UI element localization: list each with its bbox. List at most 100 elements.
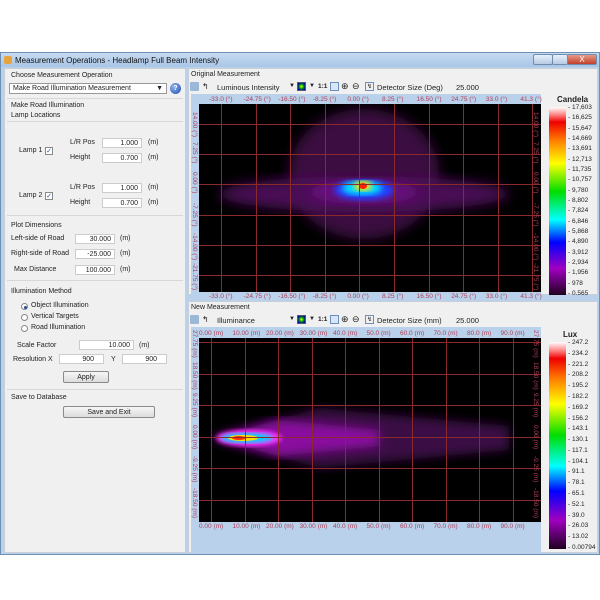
colorbar-tick: - 0.00794 (568, 544, 596, 551)
new-heatmap[interactable] (199, 338, 541, 522)
x-axis-label: 40.0 (m) (333, 330, 358, 337)
quantity-select-value: Illuminance (217, 316, 255, 325)
original-heatmap[interactable] (199, 104, 541, 292)
divider (7, 121, 183, 122)
fit-icon[interactable] (330, 82, 339, 91)
colorbar-tick: - 39.0 (568, 511, 585, 519)
grid-line (255, 104, 257, 292)
detector-size-value: 25.000 (456, 316, 479, 325)
colorbar-tick: - 234.2 (568, 349, 589, 357)
resolution-y-stepper[interactable]: 900 (122, 354, 167, 364)
y-axis-label: 14.00 (°) (191, 112, 198, 138)
lamp1-lr-input[interactable]: 1.000 (102, 138, 142, 148)
left-road-label: Left-side of Road (11, 235, 65, 242)
chevron-down-icon[interactable]: ▼ (309, 83, 315, 89)
zoom-in-icon[interactable]: ⊕ (341, 314, 349, 325)
grid-line (199, 214, 541, 216)
copy-icon[interactable] (190, 315, 199, 324)
zoom-in-icon[interactable]: ⊕ (341, 81, 349, 92)
resolution-x-stepper[interactable]: 900 (59, 354, 104, 364)
colormap-icon[interactable] (297, 82, 306, 91)
x-axis-label: 33.0 (°) (485, 293, 508, 300)
y-axis-label: 27.75 (m) (532, 330, 539, 358)
radio-object-illumination[interactable] (21, 303, 28, 310)
divider (7, 389, 183, 390)
lamp2-lr-input[interactable]: 1.000 (102, 183, 142, 193)
close-button[interactable]: X (567, 54, 597, 65)
help-icon[interactable]: ? (170, 83, 181, 94)
grid-line (378, 338, 380, 522)
quantity-select[interactable]: Luminous Intensity ▼ (217, 83, 295, 92)
scale-factor-input[interactable]: 10.000 (79, 340, 134, 350)
x-axis-label: 90.0 (m) (500, 330, 525, 337)
lamp2-checkbox[interactable]: ✓ (45, 192, 53, 200)
radio-vertical-targets[interactable] (21, 314, 28, 321)
x-axis-label: 0.00 (m) (199, 330, 224, 337)
colorbar-tick: - 52.1 (568, 500, 585, 508)
y-axis-label: 0.00 (m) (532, 424, 539, 449)
colorbar-tick: - 130.1 (568, 436, 589, 444)
quantity-select[interactable]: Illuminance ▼ (217, 316, 295, 325)
detector-icon[interactable]: ↯ (365, 315, 374, 324)
lamp-locations-heading: Lamp Locations (11, 112, 61, 119)
maximize-button[interactable] (552, 54, 568, 65)
x-axis-label: 50.0 (m) (366, 330, 391, 337)
operation-select[interactable]: Make Road Illumination Measurement ▼ (9, 83, 167, 94)
right-road-input[interactable]: -25.000 (75, 249, 115, 259)
grid-line (199, 499, 541, 501)
unit-label: (m) (148, 199, 159, 206)
colorbar-tick: - 0.565 (568, 290, 589, 297)
y-axis-label: 7.25 (°) (191, 142, 198, 164)
x-axis-label: 30.00 (m) (299, 523, 328, 530)
max-distance-input[interactable]: 100.000 (75, 265, 115, 275)
x-axis-label: -8.25 (°) (312, 293, 337, 300)
divider (7, 98, 183, 99)
lamp1-height-input[interactable]: 0.700 (102, 153, 142, 163)
colormap-icon[interactable] (297, 315, 306, 324)
x-axis-label: -33.0 (°) (209, 293, 233, 300)
x-axis-label: 90.0 (m) (500, 523, 525, 530)
grid-line (199, 154, 541, 156)
one-to-one-button[interactable]: 1:1 (318, 83, 327, 90)
max-distance-label: Max Distance (14, 266, 57, 273)
y-axis-label: 0.00 (m) (191, 424, 198, 449)
x-axis-label: -24.75 (°) (243, 293, 271, 300)
y-axis-label: 27.75 (m) (191, 330, 198, 358)
grid-line (412, 338, 413, 522)
title-bar: Measurement Operations - Headlamp Full B… (1, 53, 599, 67)
one-to-one-button[interactable]: 1:1 (318, 316, 327, 323)
grid-line (211, 338, 212, 522)
pointer-icon[interactable]: ↰ (202, 315, 211, 324)
lamp2-height-input[interactable]: 0.700 (102, 198, 142, 208)
x-axis-label: 33.0 (°) (485, 96, 508, 103)
y-axis-label: -9.25 (m) (532, 456, 539, 483)
fit-icon[interactable] (330, 315, 339, 324)
colorbar-tick: - 16,625 (568, 114, 592, 122)
x-axis-label: 16.50 (°) (416, 96, 442, 103)
minimize-button[interactable] (533, 54, 553, 65)
save-and-exit-button[interactable]: Save and Exit (63, 406, 155, 418)
chevron-down-icon[interactable]: ▼ (309, 316, 315, 322)
lamp1-checkbox[interactable]: ✓ (45, 147, 53, 155)
colorbar-tick: - 221.2 (568, 360, 589, 368)
apply-button[interactable]: Apply (63, 371, 109, 383)
colorbar-tick: - 208.2 (568, 371, 589, 379)
y-axis-label: 0.00 (°) (532, 172, 539, 194)
colorbar-tick: - 91.1 (568, 468, 585, 476)
x-axis-label: 20.00 (m) (266, 330, 294, 337)
original-measurement-title: Original Measurement (191, 71, 260, 78)
copy-icon[interactable] (190, 82, 199, 91)
pointer-icon[interactable]: ↰ (202, 82, 211, 91)
y-axis-label: -18.50 (m) (532, 487, 539, 518)
left-road-input[interactable]: 30.000 (75, 234, 115, 244)
detector-icon[interactable]: ↯ (365, 82, 374, 91)
zoom-out-icon[interactable]: ⊖ (352, 81, 360, 92)
method-label: Road Illumination (31, 324, 86, 331)
zoom-out-icon[interactable]: ⊖ (352, 314, 360, 325)
x-axis-label: 80.0 (m) (467, 523, 492, 530)
colorbar-tick: - 6,846 (568, 217, 589, 225)
colorbar-unit: Candela (557, 95, 589, 104)
illumination-method-heading: Illumination Method (11, 288, 72, 295)
radio-road-illumination[interactable] (21, 325, 28, 332)
y-axis-label: 7.25 (°) (532, 142, 539, 164)
